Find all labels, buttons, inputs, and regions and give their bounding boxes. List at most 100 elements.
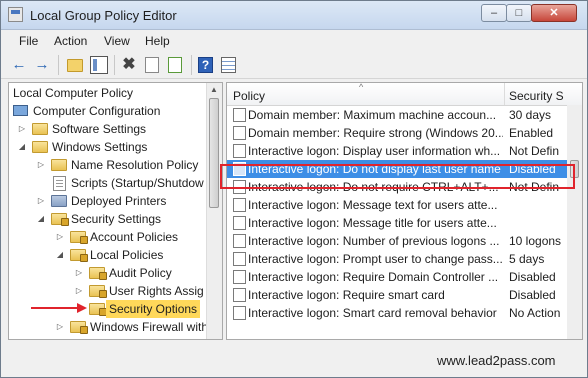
policy-row[interactable]: Domain member: Maximum machine accoun...… [227, 106, 567, 124]
tree-item-label: Scripts (Startup/Shutdow [71, 176, 204, 190]
policy-icon [233, 216, 246, 230]
minimize-button[interactable]: – [481, 4, 507, 22]
policy-row[interactable]: Interactive logon: Require smart card Dis… [227, 286, 567, 304]
toolbar: ← → ✖ ? [1, 52, 587, 79]
policy-name: Interactive logon: Require smart card [248, 288, 445, 302]
expand-arrow-icon[interactable]: ▷ [36, 156, 46, 174]
tree-item-software-settings[interactable]: ▷ Software Settings [17, 120, 217, 138]
tree-item-scripts[interactable]: Scripts (Startup/Shutdow [36, 174, 222, 192]
tree-item-label: Account Policies [90, 230, 179, 244]
expand-arrow-icon[interactable]: ▷ [36, 192, 46, 210]
up-folder-icon[interactable] [67, 59, 83, 72]
policy-row[interactable]: Interactive logon: Prompt user to change… [227, 250, 567, 268]
column-header-security-setting[interactable]: Security S [509, 89, 564, 103]
policy-name: Interactive logon: Prompt user to change… [248, 252, 503, 266]
tree-item-label: User Rights Assig [109, 284, 204, 298]
tree-item-windows-settings[interactable]: ◢ Windows Settings [17, 138, 217, 156]
expand-arrow-icon[interactable]: ▷ [17, 120, 27, 138]
tree-item-label: Audit Policy [109, 266, 172, 280]
menu-help[interactable]: Help [145, 34, 170, 48]
annotation-arrow [31, 307, 81, 309]
maximize-button[interactable]: □ [506, 4, 532, 22]
policy-name: Interactive logon: Smart card removal be… [248, 306, 497, 320]
expand-arrow-icon[interactable]: ▷ [55, 318, 65, 336]
close-button[interactable]: ✕ [531, 4, 577, 22]
tree-item-label: Software Settings [52, 122, 147, 136]
properties-icon[interactable] [145, 57, 159, 73]
policy-row[interactable]: Interactive logon: Require Domain Contro… [227, 268, 567, 286]
folder-icon [51, 159, 67, 171]
annotation-arrow-head [77, 303, 87, 313]
security-folder-icon [70, 231, 88, 244]
tree-item-security-settings[interactable]: ◢ Security Settings [36, 210, 222, 228]
policy-row[interactable]: Interactive logon: Number of previous lo… [227, 232, 567, 250]
export-icon[interactable] [168, 57, 182, 73]
tree-item-label: Deployed Printers [71, 194, 167, 208]
policy-icon [233, 198, 246, 212]
tree-item-security-options[interactable]: Security Options [74, 300, 222, 318]
security-folder-icon [51, 213, 69, 226]
tree-item-computer-configuration[interactable]: Computer Configuration [13, 102, 213, 120]
help-icon[interactable]: ? [198, 57, 213, 73]
scrollbar-thumb[interactable] [209, 98, 219, 208]
expand-arrow-icon[interactable]: ▷ [74, 282, 84, 300]
policy-icon [233, 234, 246, 248]
expand-arrow-icon[interactable]: ▷ [74, 264, 84, 282]
tree-item-account-policies[interactable]: ▷ Account Policies [55, 228, 222, 246]
tree-item-label: Computer Configuration [33, 104, 161, 118]
tree-item-label: Security Options [106, 300, 201, 318]
window: Local Group Policy Editor – □ ✕ File Act… [0, 0, 588, 378]
policy-setting: 10 logons [509, 234, 562, 248]
window-title: Local Group Policy Editor [30, 8, 177, 23]
toolbar-divider [191, 55, 192, 75]
policy-row[interactable]: Interactive logon: Message title for use… [227, 214, 567, 232]
policy-icon [233, 252, 246, 266]
policy-icon [233, 108, 246, 122]
policy-row[interactable]: Domain member: Require strong (Windows 2… [227, 124, 567, 142]
policy-setting: Disabled [509, 288, 556, 302]
delete-icon[interactable]: ✖ [120, 56, 138, 74]
policy-row[interactable]: Interactive logon: Display user informat… [227, 142, 567, 160]
menu-file[interactable]: File [19, 34, 38, 48]
column-divider[interactable] [504, 83, 505, 105]
printer-icon [51, 195, 67, 207]
collapse-arrow-icon[interactable]: ◢ [55, 246, 65, 264]
column-header-policy[interactable]: Policy [233, 89, 265, 103]
policy-name: Domain member: Require strong (Windows 2… [248, 126, 503, 140]
folder-icon [32, 123, 48, 135]
policy-setting: No Action [509, 306, 561, 320]
forward-arrow-icon[interactable]: → [33, 56, 51, 74]
tree-item-deployed-printers[interactable]: ▷ Deployed Printers [36, 192, 222, 210]
tree-item-name-resolution-policy[interactable]: ▷ Name Resolution Policy [36, 156, 222, 174]
security-folder-icon [70, 321, 88, 334]
scripts-icon [53, 176, 66, 191]
policy-icon [233, 306, 246, 320]
tree-item-label: Security Settings [71, 212, 162, 226]
tree-item-windows-firewall[interactable]: ▷ Windows Firewall with [55, 318, 222, 336]
tree-item-label: Windows Firewall with [90, 320, 209, 334]
collapse-arrow-icon[interactable]: ◢ [36, 210, 46, 228]
tree-item-audit-policy[interactable]: ▷ Audit Policy [74, 264, 222, 282]
tree-scrollbar[interactable]: ▲ [206, 83, 222, 339]
collapse-arrow-icon[interactable]: ◢ [17, 138, 27, 156]
expand-arrow-icon[interactable]: ▷ [55, 228, 65, 246]
tree-item-local-policies[interactable]: ◢ Local Policies [55, 246, 222, 264]
menu-action[interactable]: Action [54, 34, 87, 48]
show-hide-tree-icon[interactable] [90, 56, 108, 74]
policy-row[interactable]: Interactive logon: Message text for user… [227, 196, 567, 214]
list-scrollbar[interactable] [567, 105, 582, 339]
policy-row[interactable]: Interactive logon: Smart card removal be… [227, 304, 567, 322]
back-arrow-icon[interactable]: ← [10, 56, 28, 74]
filter-grid-icon[interactable] [221, 57, 236, 73]
menu-view[interactable]: View [104, 34, 130, 48]
policy-icon [233, 270, 246, 284]
toolbar-divider [114, 55, 115, 75]
policy-name: Interactive logon: Require Domain Contro… [248, 270, 499, 284]
highlight-box [220, 164, 575, 189]
tree-item-user-rights-assignment[interactable]: ▷ User Rights Assig [74, 282, 222, 300]
security-folder-icon [89, 285, 107, 298]
policy-setting: 30 days [509, 108, 552, 122]
scroll-up-arrow-icon[interactable]: ▲ [209, 85, 219, 94]
policy-icon [233, 144, 246, 158]
policy-list-pane: ^ Policy Security S Domain member: Maxim… [226, 82, 583, 340]
